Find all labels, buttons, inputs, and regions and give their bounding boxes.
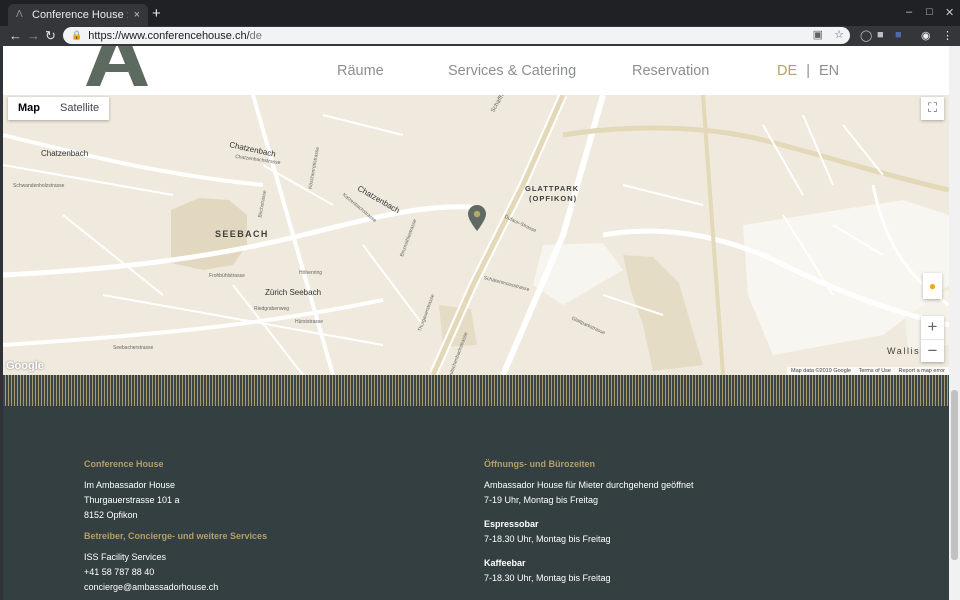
footer-heading: Öffnungs- und Bürozeiten [484,459,595,469]
google-map[interactable]: Chatzenbach Chatzenbach Chatzenbach SEEB… [3,95,949,375]
translate-icon[interactable]: ▣ [813,29,823,41]
zoom-control: + − [921,316,944,362]
map-report-link[interactable]: Report a map error [899,368,945,374]
footer-contact-column: Conference House Im Ambassador House Thu… [84,457,267,595]
browser-tab-bar: Λ Conference House : Ambass × + – □ ✕ [0,0,960,26]
footer-text: 7-18.30 Uhr, Montag bis Freitag [484,534,611,544]
footer-phone[interactable]: +41 58 787 88 40 [84,565,267,580]
star-icon[interactable]: ☆ [834,29,844,41]
window-minimize-button[interactable]: – [906,6,912,18]
extension-icon[interactable]: ■ [895,29,902,41]
footer-text: ISS Facility Services [84,552,167,562]
window-maximize-button[interactable]: □ [926,6,933,18]
browser-tab[interactable]: Λ Conference House : Ambass × [8,4,148,26]
map-street-label: Schwandenholzstrasse [13,183,65,189]
profile-icon[interactable]: ◉ [921,29,931,42]
footer-text: 7-18.30 Uhr, Montag bis Freitag [484,573,611,583]
map-label-glattpark: GLATTPARK [525,184,580,193]
forward-arrow-icon[interactable]: → [27,28,40,44]
footer-hours-column: Öffnungs- und Bürozeiten Ambassador Hous… [484,457,693,586]
map-data-text: Map data ©2019 Google [791,368,852,374]
map-type-satellite-button[interactable]: Satellite [50,97,109,120]
new-tab-button[interactable]: + [152,6,161,21]
page-scrollbar[interactable] [949,46,960,600]
scrollbar-thumb[interactable] [951,390,958,560]
map-street-label: Riedgrabenweg [254,306,290,312]
extension-icon[interactable]: ◯ [860,29,872,42]
nav-services-catering[interactable]: Services & Catering [448,63,576,79]
footer-text: 7-19 Uhr, Montag bis Freitag [484,495,599,505]
site-footer: Conference House Im Ambassador House Thu… [3,406,949,600]
fullscreen-icon[interactable]: ⛶ [921,97,944,120]
map-marker-icon[interactable] [468,205,486,231]
site-logo[interactable] [86,46,148,86]
address-bar[interactable]: 🔒 https://www.conferencehouse.ch/de ▣ ☆ [63,27,850,44]
lang-de[interactable]: DE [777,63,797,79]
map-terms-link[interactable]: Terms of Use [859,368,891,374]
reload-icon[interactable]: ↻ [45,28,56,44]
map-type-map-button[interactable]: Map [8,97,50,120]
map-label-chatzenbach: Chatzenbach [41,149,89,158]
footer-heading: Conference House [84,459,164,469]
language-switcher: DE | EN [777,63,839,79]
zoom-out-button[interactable]: − [921,339,944,362]
footer-subheading: Espressobar [484,519,539,529]
footer-email[interactable]: concierge@ambassadorhouse.ch [84,580,267,595]
back-arrow-icon[interactable]: ← [9,28,22,44]
nav-raeume[interactable]: Räume [337,63,384,79]
browser-toolbar: ← → ↻ 🔒 https://www.conferencehouse.ch/d… [0,26,960,46]
map-street-label: Frohbühlstrasse [209,273,245,279]
lang-separator: | [806,63,810,79]
decorative-stripes [3,375,949,406]
map-street-label: Höhenring [299,270,323,276]
web-page: Räume Services & Catering Reservation DE… [3,46,949,600]
footer-text: 8152 Opfikon [84,510,138,520]
footer-text: Thurgauerstrasse 101 a [84,495,180,505]
footer-heading: Betreiber, Concierge- und weitere Servic… [84,531,268,541]
site-favicon-icon: Λ [16,9,23,20]
omnibox-actions: ▣ ☆ [813,28,844,41]
tab-title: Conference House : Ambass [32,9,128,21]
lang-en[interactable]: EN [819,63,839,79]
menu-icon[interactable]: ⋮ [942,29,953,42]
url-path: de [249,29,262,42]
pegman-icon[interactable]: ● [923,273,942,299]
lock-icon: 🔒 [71,30,83,40]
footer-subheading: Kaffeebar [484,558,526,568]
site-header: Räume Services & Catering Reservation DE… [3,46,949,95]
map-label-opfikon: (OPFIKON) [529,194,578,203]
extension-icon[interactable]: ■ [877,29,884,41]
zoom-in-button[interactable]: + [921,316,944,339]
footer-text: Im Ambassador House [84,480,176,490]
map-label-wallisellen: Wallis [887,346,921,356]
tab-close-icon[interactable]: × [134,9,140,21]
window-close-button[interactable]: ✕ [945,6,954,19]
map-label-zuerich-seebach: Zürich Seebach [265,288,322,297]
google-logo[interactable]: Google [6,360,44,372]
footer-text: Ambassador House für Mieter durchgehend … [484,480,694,490]
nav-reservation[interactable]: Reservation [632,63,709,79]
map-roads [3,95,949,375]
map-attribution: Map data ©2019 Google Terms of Use Repor… [787,367,949,375]
map-street-label: Seebacherstrasse [113,345,154,351]
map-label-seebach: SEEBACH [215,229,269,239]
map-street-label: Hürststrasse [295,319,324,325]
map-type-control: Map Satellite [8,97,110,120]
url-host: https://www.conferencehouse.ch/ [88,29,250,42]
